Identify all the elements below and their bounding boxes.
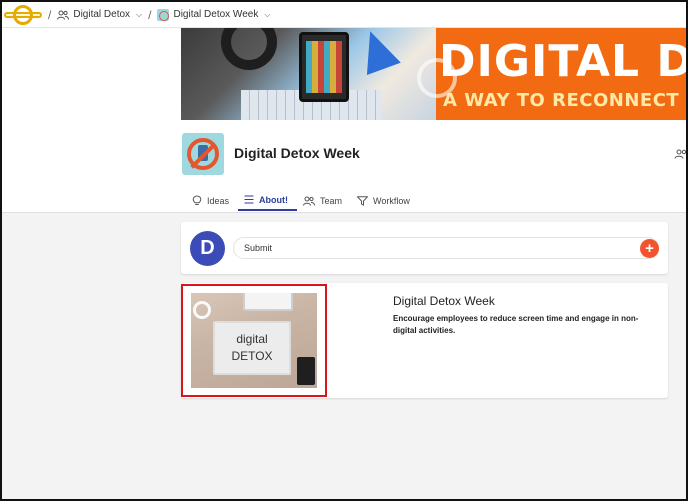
page-title: Digital Detox Week <box>234 145 360 161</box>
breadcrumb-label: Digital Detox <box>73 9 131 20</box>
tab-label: Team <box>320 195 343 206</box>
funnel-icon <box>357 195 369 206</box>
tab-team[interactable]: Team <box>297 190 351 211</box>
avatar[interactable]: D <box>190 231 225 266</box>
idea-title[interactable]: Digital Detox Week <box>393 294 495 308</box>
top-bar: / Digital Detox ⌵ / Digital Detox Week ⌵ <box>2 2 686 28</box>
tab-label: About! <box>259 194 289 205</box>
tab-ideas[interactable]: Ideas <box>186 190 238 211</box>
tab-label: Ideas <box>207 195 230 206</box>
idea-description: Encourage employees to reduce screen tim… <box>393 314 639 335</box>
list-icon <box>244 195 254 204</box>
people-icon <box>57 10 70 20</box>
tab-workflow[interactable]: Workflow <box>351 190 419 211</box>
app-logo[interactable] <box>4 4 42 26</box>
project-banner: DIGITAL D A WAY TO RECONNECT W <box>181 28 686 120</box>
tab-label: Workflow <box>373 195 410 206</box>
followers-icon[interactable] <box>674 149 688 159</box>
chevron-down-icon: ⌵ <box>264 9 271 19</box>
chevron-down-icon: ⌵ <box>136 9 143 19</box>
breadcrumb-label: Digital Detox Week <box>173 9 259 20</box>
add-button[interactable]: + <box>640 239 659 258</box>
banner-collage-image <box>181 28 436 120</box>
project-avatar <box>182 133 224 175</box>
tab-about[interactable]: About! <box>238 190 298 211</box>
tab-bar: Ideas About! Team Workflow <box>186 190 419 213</box>
people-icon <box>303 196 316 206</box>
submit-input[interactable]: Submit <box>233 237 659 259</box>
submit-card: D Submit + <box>181 222 668 274</box>
highlight-box <box>181 284 327 397</box>
breadcrumb-item-project[interactable]: Digital Detox Week ⌵ <box>157 8 271 21</box>
banner-subtitle: A WAY TO RECONNECT W <box>443 90 686 111</box>
breadcrumb-item-community[interactable]: Digital Detox ⌵ <box>57 9 142 20</box>
project-thumbnail-icon <box>157 8 170 21</box>
lightbulb-icon <box>192 195 202 205</box>
breadcrumb-separator: / <box>48 7 52 22</box>
breadcrumb-separator: / <box>148 7 152 22</box>
banner-title: DIGITAL D <box>439 36 686 87</box>
